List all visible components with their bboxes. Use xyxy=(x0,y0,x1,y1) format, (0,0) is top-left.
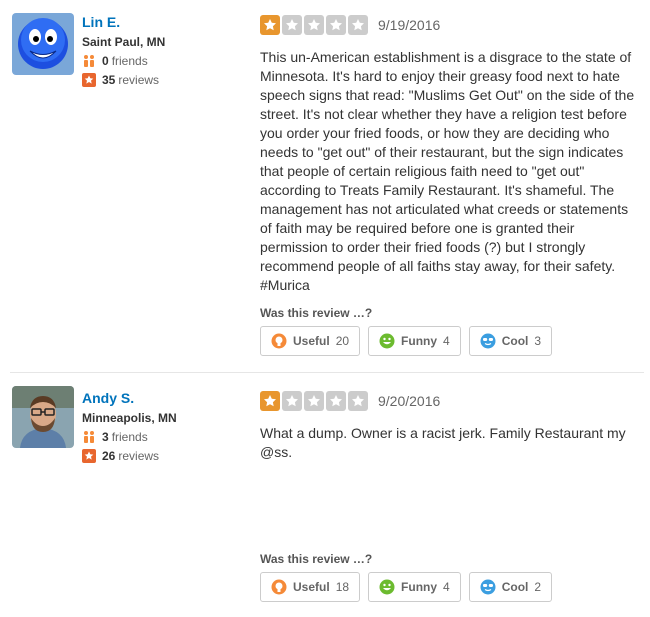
review-star-icon xyxy=(82,449,96,463)
star-icon xyxy=(282,391,302,411)
friends-label: friends xyxy=(111,430,148,444)
review-card: Lin E. Saint Paul, MN 0 friends 35 revie… xyxy=(0,0,650,372)
star-icon xyxy=(304,15,324,35)
reviews-stat: 26 reviews xyxy=(82,448,242,464)
lightbulb-icon xyxy=(271,579,287,595)
reviews-label: reviews xyxy=(118,449,160,463)
user-name-link[interactable]: Lin E. xyxy=(82,13,242,31)
friends-label: friends xyxy=(111,54,148,68)
sunglasses-icon xyxy=(480,579,496,595)
star-icon xyxy=(260,391,280,411)
useful-button[interactable]: Useful 20 xyxy=(260,326,361,356)
useful-button[interactable]: Useful 18 xyxy=(260,572,361,602)
reviews-count: 26 xyxy=(102,449,116,463)
star-icon xyxy=(304,391,324,411)
cool-count: 3 xyxy=(534,334,542,348)
funny-button[interactable]: Funny 4 xyxy=(368,326,461,356)
review-star-icon xyxy=(82,73,96,87)
funny-count: 4 xyxy=(443,334,450,348)
reviews-count: 35 xyxy=(102,73,116,87)
user-avatar[interactable] xyxy=(12,386,74,448)
star-rating: 9/20/2016 xyxy=(260,390,640,412)
cool-label: Cool xyxy=(501,580,529,594)
cool-count: 2 xyxy=(534,580,542,594)
reviews-label: reviews xyxy=(118,73,160,87)
star-icon xyxy=(326,391,346,411)
friends-icon xyxy=(82,430,96,444)
lightbulb-icon xyxy=(271,333,287,349)
friends-icon xyxy=(82,54,96,68)
star-icon xyxy=(348,15,368,35)
funny-button[interactable]: Funny 4 xyxy=(368,572,461,602)
user-location: Saint Paul, MN xyxy=(82,35,166,49)
useful-label: Useful xyxy=(293,334,330,348)
vote-prompt: Was this review …? xyxy=(260,552,373,566)
useful-count: 18 xyxy=(335,580,350,594)
useful-label: Useful xyxy=(293,580,330,594)
review-date: 9/19/2016 xyxy=(378,17,441,33)
user-name-link[interactable]: Andy S. xyxy=(82,389,242,407)
vote-buttons: Useful 20 Funny 4 Cool 3 xyxy=(260,326,560,356)
user-avatar[interactable] xyxy=(12,13,74,75)
reviews-stat: 35 reviews xyxy=(82,72,242,88)
vote-buttons: Useful 18 Funny 4 Cool 2 xyxy=(260,572,560,602)
review-divider xyxy=(10,372,644,373)
review-text: This un-American establishment is a disg… xyxy=(260,49,635,293)
cool-button[interactable]: Cool 3 xyxy=(468,326,553,356)
user-info: Andy S. Minneapolis, MN 3 friends 26 rev… xyxy=(82,389,242,464)
user-location: Minneapolis, MN xyxy=(82,411,177,425)
cool-label: Cool xyxy=(501,334,529,348)
sunglasses-icon xyxy=(480,333,496,349)
review-card: Andy S. Minneapolis, MN 3 friends 26 rev… xyxy=(0,376,650,617)
friends-stat: 0 friends xyxy=(82,53,242,69)
star-icon xyxy=(348,391,368,411)
cool-button[interactable]: Cool 2 xyxy=(468,572,553,602)
funny-count: 4 xyxy=(443,580,450,594)
smiley-icon xyxy=(379,579,395,595)
star-rating: 9/19/2016 xyxy=(260,14,640,36)
user-info: Lin E. Saint Paul, MN 0 friends 35 revie… xyxy=(82,13,242,88)
review-text: What a dump. Owner is a racist jerk. Fam… xyxy=(260,425,626,460)
star-icon xyxy=(260,15,280,35)
review-content: 9/19/2016 This un-American establishment… xyxy=(260,14,640,295)
funny-label: Funny xyxy=(401,334,438,348)
friends-stat: 3 friends xyxy=(82,429,242,445)
review-content: 9/20/2016 What a dump. Owner is a racist… xyxy=(260,390,640,462)
friends-count: 0 xyxy=(102,54,109,68)
useful-count: 20 xyxy=(335,334,350,348)
funny-label: Funny xyxy=(401,580,438,594)
star-icon xyxy=(326,15,346,35)
review-date: 9/20/2016 xyxy=(378,393,441,409)
smiley-icon xyxy=(379,333,395,349)
vote-prompt: Was this review …? xyxy=(260,306,373,320)
friends-count: 3 xyxy=(102,430,109,444)
star-icon xyxy=(282,15,302,35)
